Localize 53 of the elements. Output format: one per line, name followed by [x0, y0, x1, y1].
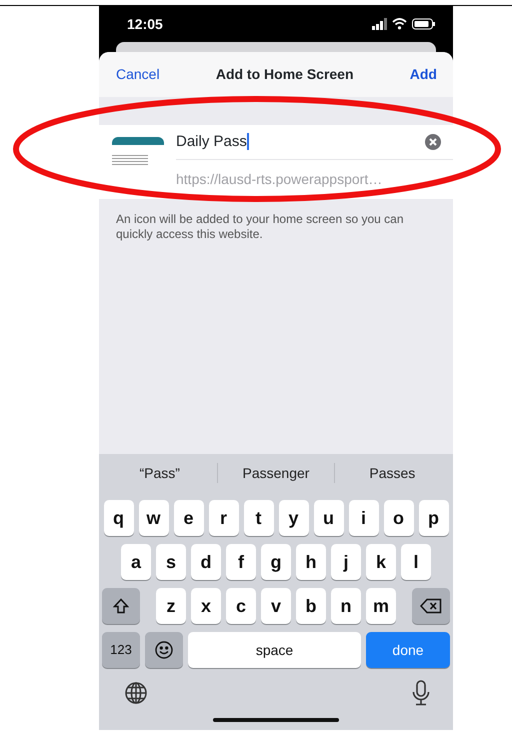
- key[interactable]: m: [366, 588, 396, 624]
- key[interactable]: q: [104, 500, 134, 536]
- done-key[interactable]: done: [366, 632, 450, 668]
- shift-icon: [113, 598, 129, 614]
- wifi-icon: [392, 18, 407, 30]
- key[interactable]: a: [121, 544, 151, 580]
- key[interactable]: y: [278, 500, 308, 536]
- signal-icon: [372, 18, 387, 30]
- key[interactable]: i: [348, 500, 378, 536]
- key[interactable]: b: [296, 588, 326, 624]
- key[interactable]: x: [191, 588, 221, 624]
- key[interactable]: r: [208, 500, 238, 536]
- space-key[interactable]: space: [188, 632, 361, 668]
- numbers-key[interactable]: 123: [102, 632, 140, 668]
- key[interactable]: g: [261, 544, 291, 580]
- key[interactable]: w: [138, 500, 168, 536]
- key[interactable]: o: [384, 500, 414, 536]
- key[interactable]: f: [226, 544, 256, 580]
- cancel-button[interactable]: Cancel: [116, 64, 160, 85]
- key[interactable]: h: [296, 544, 326, 580]
- globe-icon[interactable]: [124, 681, 148, 705]
- key[interactable]: k: [366, 544, 396, 580]
- add-button[interactable]: Add: [410, 64, 437, 85]
- key[interactable]: t: [244, 500, 274, 536]
- key[interactable]: u: [314, 500, 344, 536]
- emoji-key[interactable]: [145, 632, 183, 668]
- shift-key[interactable]: [102, 588, 140, 624]
- key[interactable]: n: [331, 588, 361, 624]
- key[interactable]: p: [418, 500, 448, 536]
- emoji-icon: [155, 641, 173, 659]
- name-value: Daily Pass: [176, 132, 249, 152]
- info-text: An icon will be added to your home screen so you can quickly access this website.: [115, 211, 405, 242]
- backspace-key[interactable]: [412, 588, 450, 624]
- key[interactable]: d: [191, 544, 221, 580]
- suggestion[interactable]: Passenger: [218, 462, 334, 484]
- suggestion[interactable]: “Pass”: [102, 462, 218, 484]
- name-field[interactable]: Daily Pass: [176, 125, 453, 160]
- key[interactable]: l: [401, 544, 431, 580]
- key[interactable]: e: [174, 500, 204, 536]
- url-text: https://lausd-rts.powerappsport…: [176, 170, 384, 189]
- key[interactable]: c: [226, 588, 256, 624]
- key[interactable]: s: [156, 544, 186, 580]
- key[interactable]: j: [331, 544, 361, 580]
- battery-icon: [412, 18, 435, 30]
- key[interactable]: v: [261, 588, 291, 624]
- sheet-title: Add to Home Screen: [216, 65, 354, 84]
- microphone-icon[interactable]: [412, 680, 430, 706]
- status-time: 12:05: [127, 14, 163, 34]
- key[interactable]: z: [156, 588, 186, 624]
- suggestion[interactable]: Passes: [334, 462, 450, 484]
- text-cursor: [246, 133, 249, 150]
- clear-icon[interactable]: [425, 134, 441, 150]
- backspace-icon: [420, 598, 442, 614]
